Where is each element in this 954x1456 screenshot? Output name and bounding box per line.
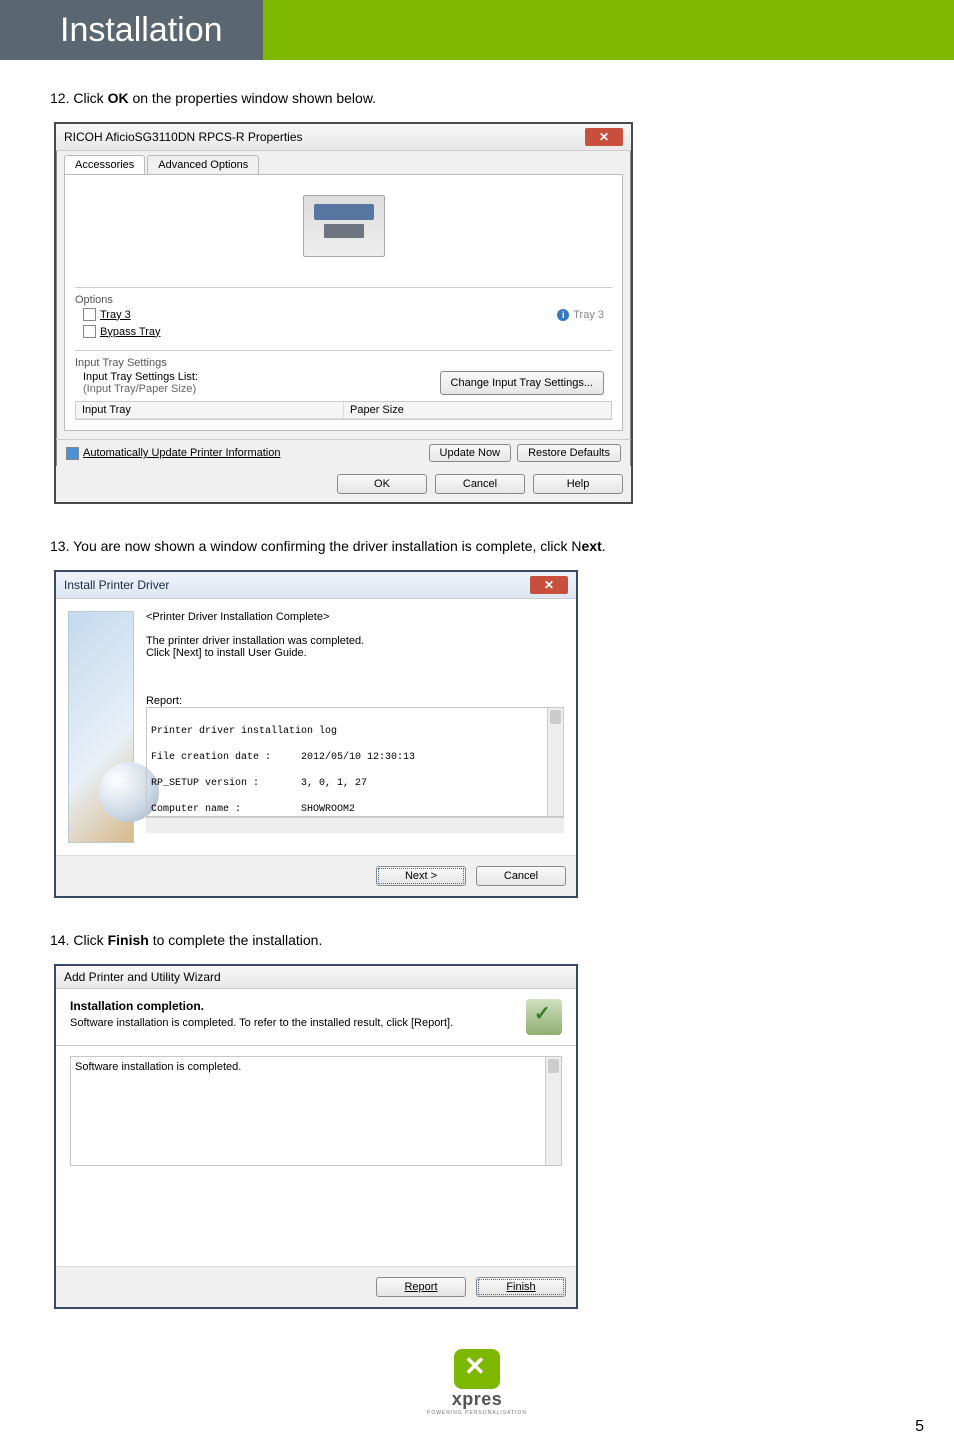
step-13-suffix: . — [602, 538, 606, 554]
auto-update-label: Automatically Update Printer Information — [83, 447, 280, 459]
scrollbar-vertical[interactable] — [545, 1057, 561, 1165]
step-14-bold: Finish — [108, 932, 149, 948]
input-tray-settings-list-label: Input Tray Settings List: — [83, 371, 198, 383]
xpres-logo-subtext: POWERING PERSONALISATION — [427, 1410, 527, 1416]
page-number: 5 — [915, 1418, 924, 1436]
report-label: Report: — [146, 695, 564, 707]
xpres-logo-icon — [454, 1349, 500, 1389]
page-header: Installation — [0, 0, 954, 60]
restore-defaults-button[interactable]: Restore Defaults — [517, 444, 621, 462]
finish-button[interactable]: Finish — [476, 1277, 566, 1297]
scrollbar-vertical[interactable] — [547, 708, 563, 816]
installation-completion-heading: Installation completion. — [70, 999, 453, 1013]
info-icon: i — [557, 309, 569, 321]
step-12-prefix: 12. Click — [50, 90, 108, 106]
checkmark-icon — [526, 999, 562, 1035]
step-13-prefix: 13. You are now shown a window confirmin… — [50, 538, 582, 554]
wizard-title-bar: Add Printer and Utility Wizard — [56, 966, 576, 989]
properties-title-text: RICOH AficioSG3110DN RPCS-R Properties — [64, 130, 303, 144]
change-input-tray-settings-button[interactable]: Change Input Tray Settings... — [440, 371, 604, 395]
printer-illustration — [303, 195, 385, 257]
step-14-suffix: to complete the installation. — [149, 932, 323, 948]
tab-advanced-options[interactable]: Advanced Options — [147, 155, 259, 174]
header-accent-stripe — [263, 0, 954, 60]
update-now-button[interactable]: Update Now — [429, 444, 512, 462]
tray-3-label: Tray 3 — [100, 309, 131, 321]
install-dialog-sidebar-image — [68, 611, 134, 843]
options-group-label: Options — [75, 287, 612, 306]
install-desc-2: Click [Next] to install User Guide. — [146, 647, 564, 659]
step-12-suffix: on the properties window shown below. — [129, 90, 376, 106]
report-line: Computer name : — [151, 803, 301, 816]
report-line: Printer driver installation log — [151, 725, 301, 738]
result-list[interactable]: Software installation is completed. — [70, 1056, 562, 1166]
report-val: 3, 0, 1, 27 — [301, 777, 367, 790]
install-dialog-title-bar: Install Printer Driver ✕ — [56, 572, 576, 599]
footer-logo: xpres POWERING PERSONALISATION — [50, 1349, 904, 1416]
bypass-tray-checkbox[interactable] — [83, 325, 96, 338]
tray-3-info-text: Tray 3 — [573, 309, 604, 321]
close-icon[interactable]: ✕ — [530, 576, 568, 594]
tab-accessories[interactable]: Accessories — [64, 155, 145, 174]
install-printer-driver-dialog: Install Printer Driver ✕ <Printer Driver… — [54, 570, 578, 898]
step-12-bold: OK — [108, 90, 129, 106]
close-icon[interactable]: ✕ — [585, 128, 623, 146]
tray-3-checkbox[interactable] — [83, 308, 96, 321]
step-12-text: 12. Click OK on the properties window sh… — [50, 90, 904, 106]
bypass-tray-label: Bypass Tray — [100, 326, 161, 338]
help-button[interactable]: Help — [533, 474, 623, 494]
installation-completion-sub: Software installation is completed. To r… — [70, 1017, 453, 1029]
scrollbar-horizontal[interactable] — [146, 817, 564, 833]
xpres-logo-text: xpres — [452, 1389, 503, 1410]
add-printer-wizard-dialog: Add Printer and Utility Wizard Installat… — [54, 964, 578, 1309]
next-button[interactable]: Next > — [376, 866, 466, 886]
report-val: SHOWROOM2 — [301, 803, 355, 816]
report-val: 2012/05/10 12:30:13 — [301, 751, 415, 764]
report-line: File creation date : — [151, 751, 301, 764]
report-line: RP_SETUP version : — [151, 777, 301, 790]
ok-button[interactable]: OK — [337, 474, 427, 494]
install-desc-1: The printer driver installation was comp… — [146, 635, 564, 647]
report-textarea[interactable]: Printer driver installation log File cre… — [146, 707, 564, 817]
step-14-prefix: 14. Click — [50, 932, 108, 948]
column-input-tray: Input Tray — [76, 402, 344, 418]
wizard-title: Add Printer and Utility Wizard — [64, 970, 221, 984]
cancel-button[interactable]: Cancel — [476, 866, 566, 886]
page-title: Installation — [0, 0, 263, 60]
column-paper-size: Paper Size — [344, 402, 611, 418]
install-dialog-title: Install Printer Driver — [64, 578, 169, 592]
result-list-line: Software installation is completed. — [75, 1061, 241, 1073]
cancel-button[interactable]: Cancel — [435, 474, 525, 494]
input-tray-settings-list-sub: (Input Tray/Paper Size) — [83, 383, 198, 395]
step-14-text: 14. Click Finish to complete the install… — [50, 932, 904, 948]
auto-update-checkbox[interactable] — [66, 447, 79, 460]
properties-dialog: RICOH AficioSG3110DN RPCS-R Properties ✕… — [54, 122, 633, 504]
install-complete-heading: <Printer Driver Installation Complete> — [146, 611, 564, 623]
report-button[interactable]: Report — [376, 1277, 466, 1297]
step-13-bold: ext — [582, 538, 602, 554]
step-13-text: 13. You are now shown a window confirmin… — [50, 538, 904, 554]
properties-title-bar: RICOH AficioSG3110DN RPCS-R Properties ✕ — [56, 124, 631, 151]
input-tray-settings-label: Input Tray Settings — [75, 350, 612, 369]
